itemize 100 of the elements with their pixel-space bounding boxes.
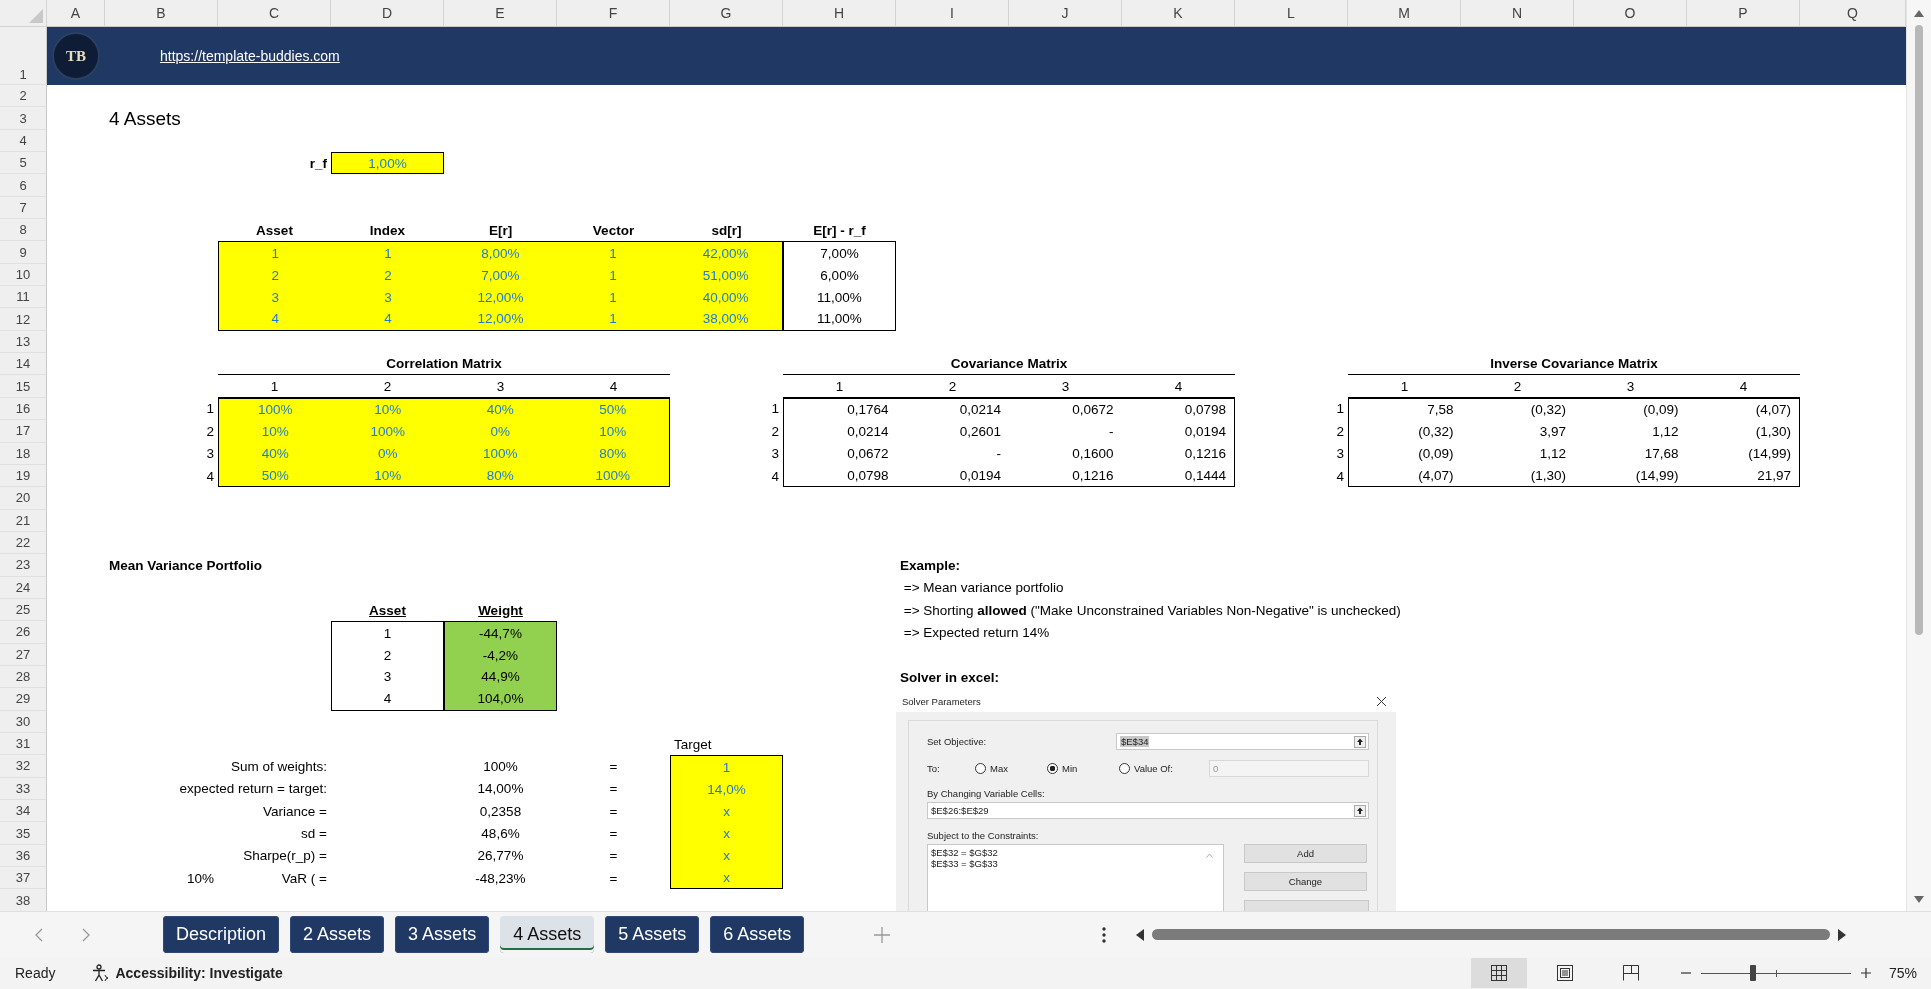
constraints-list[interactable]: $E$32 = $G$32 $E$33 = $G$33: [927, 844, 1224, 911]
row-header[interactable]: 5: [0, 152, 47, 175]
row-header[interactable]: 24: [0, 576, 47, 599]
row-header[interactable]: 7: [0, 196, 47, 220]
row-header[interactable]: 6: [0, 174, 47, 197]
objective-field[interactable]: $E$34: [1116, 733, 1369, 751]
matrix-title: Covariance Matrix: [783, 353, 1235, 376]
close-icon[interactable]: [1377, 696, 1386, 706]
column-header[interactable]: N: [1461, 0, 1574, 27]
sheet-tab[interactable]: 4 Assets: [500, 916, 595, 953]
column-header[interactable]: Q: [1800, 0, 1906, 27]
row-header[interactable]: 11: [0, 286, 47, 309]
website-link[interactable]: https://template-buddies.com: [160, 48, 340, 64]
row-header[interactable]: 13: [0, 330, 47, 354]
collapse-icon[interactable]: [1354, 735, 1366, 748]
collapse-icon[interactable]: [1354, 804, 1366, 817]
row-header[interactable]: 31: [0, 732, 47, 756]
variable-cells-field[interactable]: $E$26:$E$29: [927, 802, 1369, 820]
row-header[interactable]: 10: [0, 263, 47, 287]
radio-option[interactable]: Max: [975, 763, 1047, 775]
column-header[interactable]: A: [47, 0, 105, 27]
column-header[interactable]: M: [1348, 0, 1461, 27]
sheet-tab[interactable]: 3 Assets: [395, 916, 490, 953]
dialog-button[interactable]: Add: [1244, 844, 1367, 864]
scroll-thumb[interactable]: [1915, 25, 1923, 635]
row-header[interactable]: 37: [0, 867, 47, 890]
row-header[interactable]: 14: [0, 353, 47, 376]
column-header[interactable]: P: [1687, 0, 1800, 27]
row-header[interactable]: 8: [0, 219, 47, 242]
row-header[interactable]: 38: [0, 889, 47, 911]
sheet-tab[interactable]: 6 Assets: [710, 916, 805, 953]
column-header[interactable]: G: [670, 0, 783, 27]
list-item[interactable]: $E$33 = $G$33: [931, 858, 998, 870]
column-header[interactable]: C: [218, 0, 331, 27]
column-header[interactable]: H: [783, 0, 896, 27]
row-header[interactable]: 2: [0, 85, 47, 108]
sheet-tab[interactable]: 5 Assets: [605, 916, 700, 953]
column-header[interactable]: F: [557, 0, 670, 27]
row-header[interactable]: 22: [0, 531, 47, 555]
list-item[interactable]: $E$32 = $G$32: [931, 847, 998, 859]
row-header[interactable]: 17: [0, 420, 47, 443]
table-cell-text: 0,0672: [846, 444, 890, 463]
row-header[interactable]: 21: [0, 509, 47, 532]
row-header[interactable]: 25: [0, 598, 47, 622]
column-header[interactable]: K: [1122, 0, 1235, 27]
chevron-left-icon[interactable]: [35, 927, 43, 942]
scroll-right-icon[interactable]: [1838, 928, 1847, 941]
column-header[interactable]: L: [1235, 0, 1348, 27]
row-header[interactable]: 15: [0, 375, 47, 398]
table-cell-text: 1: [608, 244, 618, 263]
row-header[interactable]: 30: [0, 710, 47, 733]
column-header[interactable]: J: [1009, 0, 1122, 27]
scroll-up-icon[interactable]: [1914, 10, 1924, 17]
sheet-tab[interactable]: Description: [163, 916, 280, 953]
example-line: => Expected return 14%: [902, 623, 1051, 642]
row-header[interactable]: 4: [0, 129, 47, 153]
slider-thumb[interactable]: [1750, 965, 1757, 981]
column-heading: sd[r]: [710, 221, 743, 240]
column-header[interactable]: O: [1574, 0, 1687, 27]
more-icon[interactable]: [1102, 926, 1107, 943]
row-header[interactable]: 3: [0, 107, 47, 130]
table-cell-text: 1: [383, 244, 393, 263]
row-header[interactable]: 12: [0, 308, 47, 331]
scroll-down-icon[interactable]: [1914, 896, 1924, 903]
radio-option[interactable]: Min: [1047, 763, 1119, 775]
row-header[interactable]: 34: [0, 800, 47, 823]
row-header[interactable]: 26: [0, 621, 47, 644]
vertical-scrollbar[interactable]: [1906, 0, 1931, 911]
row-header[interactable]: 18: [0, 442, 47, 465]
row-header[interactable]: 9: [0, 241, 47, 264]
input-cell[interactable]: 1,00%: [331, 152, 444, 175]
column-header[interactable]: D: [331, 0, 444, 27]
row-header[interactable]: 20: [0, 487, 47, 510]
column-header[interactable]: B: [105, 0, 218, 27]
column-header[interactable]: E: [444, 0, 557, 27]
row-header[interactable]: 19: [0, 464, 47, 488]
scroll-left-icon[interactable]: [1136, 928, 1145, 941]
sheet-tab[interactable]: 2 Assets: [290, 916, 385, 953]
row-header[interactable]: 35: [0, 822, 47, 845]
chevron-right-icon[interactable]: [82, 927, 90, 942]
row-header[interactable]: 36: [0, 844, 47, 868]
row-header[interactable]: 23: [0, 554, 47, 577]
row-header[interactable]: 27: [0, 643, 47, 666]
table-cell-text: 12,00%: [476, 310, 525, 329]
accessibility-button[interactable]: Accessibility: Investigate: [91, 964, 283, 982]
radio-option[interactable]: Value Of:: [1119, 763, 1191, 775]
view-button[interactable]: [1470, 958, 1527, 988]
scroll-thumb[interactable]: [1152, 929, 1831, 940]
table-cell-text: 12,00%: [476, 288, 525, 307]
row-header[interactable]: 29: [0, 688, 47, 711]
row-header[interactable]: 1: [0, 27, 47, 85]
zoom-level[interactable]: 75%: [1888, 965, 1917, 981]
zoom-in-icon[interactable]: [1860, 968, 1871, 978]
column-header[interactable]: I: [896, 0, 1009, 27]
row-header[interactable]: 28: [0, 665, 47, 689]
row-header[interactable]: 33: [0, 777, 47, 800]
row-header[interactable]: 16: [0, 397, 47, 421]
table-cell-text: x: [722, 846, 731, 865]
row-header[interactable]: 32: [0, 755, 47, 778]
dialog-button[interactable]: Change: [1244, 872, 1367, 892]
